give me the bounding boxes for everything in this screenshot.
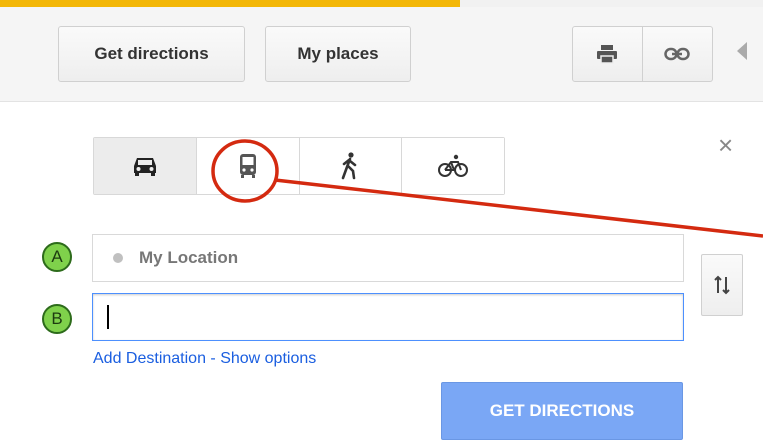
- route-options-links: Add Destination - Show options: [93, 350, 316, 368]
- link-icon: [664, 47, 690, 61]
- top-accent-bar: [0, 0, 460, 7]
- start-marker: A: [42, 242, 72, 272]
- print-button[interactable]: [572, 26, 643, 82]
- show-options-link[interactable]: Show options: [220, 350, 316, 367]
- my-places-button[interactable]: My places: [265, 26, 411, 82]
- mode-walking-button[interactable]: [299, 138, 403, 194]
- bus-icon: [239, 154, 256, 178]
- get-directions-button[interactable]: Get directions: [58, 26, 245, 82]
- header-icon-group: [572, 26, 713, 82]
- destination-input[interactable]: [92, 293, 684, 341]
- printer-icon: [597, 45, 618, 64]
- bicycle-icon: [438, 154, 469, 177]
- location-dot-icon: [113, 253, 123, 263]
- mode-bicycling-button[interactable]: [402, 138, 504, 194]
- top-bar: [460, 0, 763, 7]
- text-caret: [107, 305, 109, 329]
- submit-directions-button[interactable]: GET DIRECTIONS: [441, 382, 683, 440]
- car-icon: [133, 158, 156, 176]
- destination-marker: B: [42, 304, 72, 334]
- swap-arrows-icon: [714, 275, 730, 295]
- walking-icon: [342, 152, 357, 180]
- start-location-value: My Location: [139, 248, 239, 267]
- link-button[interactable]: [642, 26, 713, 82]
- link-separator: -: [205, 350, 221, 367]
- add-destination-link[interactable]: Add Destination: [93, 350, 206, 367]
- start-location-input[interactable]: My Location: [92, 234, 684, 282]
- travel-mode-selector: [93, 137, 505, 195]
- mode-driving-button[interactable]: [94, 138, 197, 194]
- mode-transit-button[interactable]: [196, 138, 300, 194]
- collapse-panel-arrow-icon[interactable]: [737, 42, 747, 60]
- swap-locations-button[interactable]: [701, 254, 743, 316]
- close-icon[interactable]: ×: [718, 130, 733, 160]
